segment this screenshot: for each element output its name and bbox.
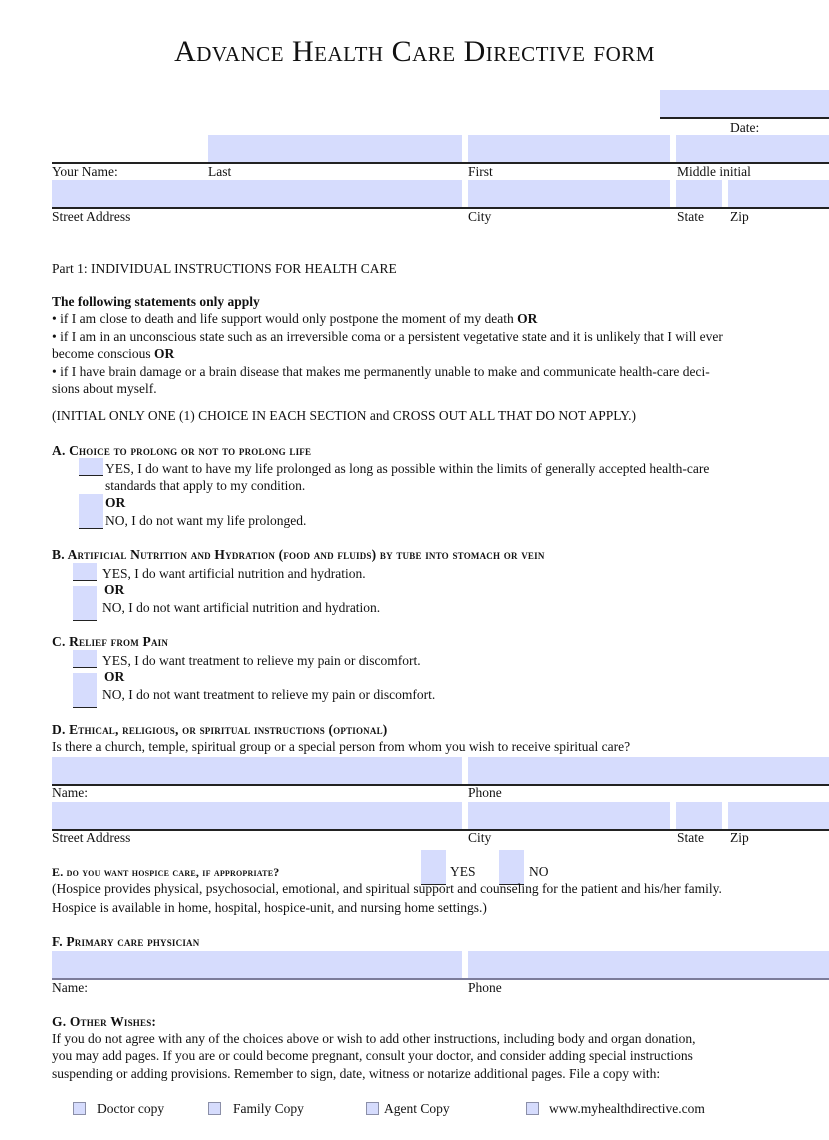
physician-name-label: Name: <box>52 980 88 995</box>
other-wishes-text-3: suspending or adding provisions. Remembe… <box>52 1066 661 1081</box>
other-wishes-text-2: you may add pages. If you are or could b… <box>52 1048 693 1063</box>
agent-copy-label: Agent Copy <box>384 1101 450 1116</box>
section-c-or: OR <box>104 669 125 684</box>
spiritual-state-field[interactable] <box>676 802 722 829</box>
section-a-yes-text: YES, I do want to have my life prolonged… <box>105 461 710 476</box>
physician-phone-label: Phone <box>468 980 502 995</box>
statement-text: become conscious <box>52 346 154 361</box>
spiritual-zip-field[interactable] <box>728 802 829 829</box>
statement-text: • if I am close to death and life suppor… <box>52 311 518 326</box>
spiritual-name-field[interactable] <box>52 757 462 784</box>
or-label: OR <box>517 311 538 326</box>
spiritual-city-label: City <box>468 830 492 845</box>
section-f-heading: F. Primary care physician <box>52 934 200 949</box>
hospice-no-label: NO <box>529 864 549 879</box>
spiritual-state-label: State <box>677 830 704 845</box>
section-c-yes-text: YES, I do want treatment to relieve my p… <box>102 653 421 668</box>
spiritual-phone-label: Phone <box>468 785 502 800</box>
section-b-yes-text: YES, I do want artificial nutrition and … <box>102 566 366 581</box>
date-label: Date: <box>730 120 760 135</box>
section-b-no-text: NO, I do not want artificial nutrition a… <box>102 600 381 615</box>
statements-heading: The following statements only apply <box>52 294 260 309</box>
spiritual-name-underline <box>52 784 829 786</box>
section-e-heading: E. do you want hospice care, if appropri… <box>52 865 280 879</box>
spiritual-street-label: Street Address <box>52 830 131 845</box>
website-copy-checkbox[interactable] <box>526 1102 539 1115</box>
spiritual-address-underline <box>52 829 829 831</box>
section-b-no-initial[interactable] <box>73 586 97 621</box>
state-label: State <box>677 209 704 224</box>
section-a-no-text: NO, I do not want my life prolonged. <box>105 513 307 528</box>
family-copy-checkbox[interactable] <box>208 1102 221 1115</box>
first-label: First <box>468 164 493 179</box>
street-address-field[interactable] <box>52 180 462 207</box>
section-g-heading: G. Other Wishes: <box>52 1014 157 1029</box>
spiritual-phone-field[interactable] <box>468 757 829 784</box>
middle-initial-label: Middle initial <box>677 164 751 179</box>
address-underline <box>52 207 829 209</box>
hospice-yes-initial[interactable] <box>421 850 446 885</box>
section-a-heading: A. Choice to prolong or not to prolong l… <box>52 443 312 458</box>
date-underline <box>660 117 829 119</box>
middle-initial-field[interactable] <box>676 135 829 162</box>
spiritual-zip-label: Zip <box>730 830 749 845</box>
section-c-no-text: NO, I do not want treatment to relieve m… <box>102 687 436 702</box>
spiritual-street-field[interactable] <box>52 802 462 829</box>
state-field[interactable] <box>676 180 722 207</box>
section-d-heading: D. Ethical, religious, or spiritual inst… <box>52 722 388 737</box>
hospice-no-initial[interactable] <box>499 850 524 885</box>
statement-bullet-3b: sions about myself. <box>52 381 157 396</box>
hospice-yes-label: YES <box>450 864 476 879</box>
section-b-or: OR <box>104 582 125 597</box>
statement-bullet-2b: become conscious OR <box>52 346 174 362</box>
agent-copy-checkbox[interactable] <box>366 1102 379 1115</box>
section-a-yes-initial[interactable] <box>79 458 103 476</box>
zip-field[interactable] <box>728 180 829 207</box>
physician-underline <box>52 978 829 980</box>
doctor-copy-checkbox[interactable] <box>73 1102 86 1115</box>
section-d-question: Is there a church, temple, spiritual gro… <box>52 739 631 754</box>
section-a-yes-text-cont: standards that apply to my condition. <box>105 478 306 493</box>
city-field[interactable] <box>468 180 670 207</box>
statement-bullet-3a: • if I have brain damage or a brain dise… <box>52 364 710 379</box>
first-name-field[interactable] <box>468 135 670 162</box>
website-copy-label: www.myhealthdirective.com <box>549 1101 705 1116</box>
street-address-label: Street Address <box>52 209 131 224</box>
initial-instruction: (INITIAL ONLY ONE (1) CHOICE IN EACH SEC… <box>52 408 637 423</box>
zip-label: Zip <box>730 209 749 224</box>
section-c-yes-initial[interactable] <box>73 650 97 668</box>
form-title: Advance Health Care Directive form <box>174 35 655 68</box>
section-b-yes-initial[interactable] <box>73 563 97 581</box>
section-c-no-initial[interactable] <box>73 673 97 708</box>
spiritual-name-label: Name: <box>52 785 88 800</box>
last-label: Last <box>208 164 232 179</box>
your-name-label: Your Name: <box>52 164 118 179</box>
physician-phone-field[interactable] <box>468 951 829 978</box>
physician-name-field[interactable] <box>52 951 462 978</box>
section-a-or: OR <box>105 495 126 510</box>
city-label: City <box>468 209 492 224</box>
other-wishes-text-1: If you do not agree with any of the choi… <box>52 1031 696 1046</box>
section-c-heading: C. Relief from Pain <box>52 634 169 649</box>
doctor-copy-label: Doctor copy <box>97 1101 165 1116</box>
last-name-field[interactable] <box>208 135 462 162</box>
statement-bullet-1: • if I am close to death and life suppor… <box>52 311 537 327</box>
date-field[interactable] <box>660 90 829 117</box>
spiritual-city-field[interactable] <box>468 802 670 829</box>
section-a-no-initial[interactable] <box>79 494 103 529</box>
hospice-note-1: (Hospice provides physical, psychosocial… <box>52 881 722 896</box>
part1-heading: Part 1: INDIVIDUAL INSTRUCTIONS FOR HEAL… <box>52 261 397 276</box>
statement-bullet-2a: • if I am in an unconscious state such a… <box>52 329 723 344</box>
section-b-heading: B. Artificial Nutrition and Hydration (f… <box>52 547 545 562</box>
hospice-note-2: Hospice is available in home, hospital, … <box>52 900 487 915</box>
family-copy-label: Family Copy <box>233 1101 304 1116</box>
or-label: OR <box>153 346 175 361</box>
